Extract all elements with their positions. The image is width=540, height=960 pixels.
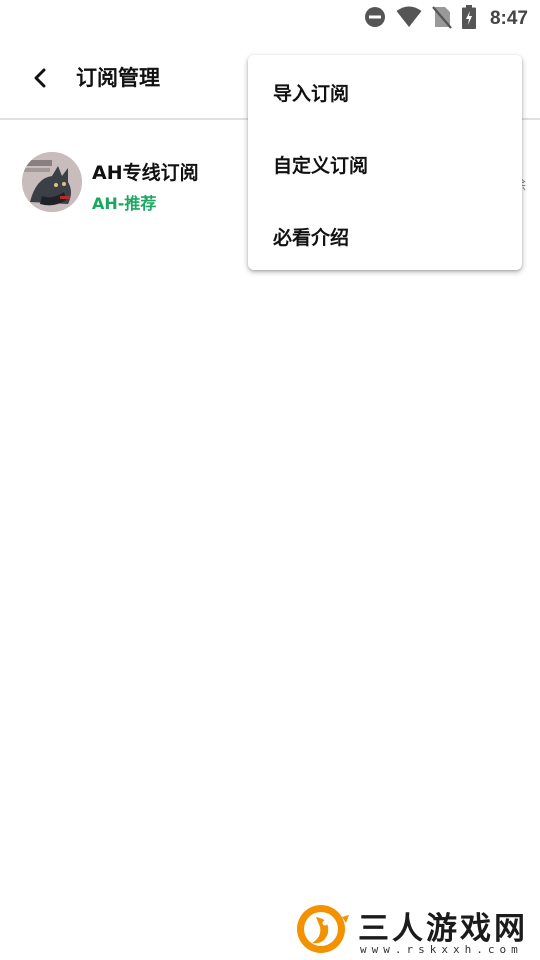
watermark-text: 三人游戏网 bbox=[358, 911, 528, 947]
wifi-icon bbox=[396, 6, 422, 32]
subscription-tag: AH-推荐 bbox=[92, 194, 157, 213]
menu-item-custom[interactable]: 自定义订阅 bbox=[248, 131, 522, 197]
avatar bbox=[22, 152, 82, 212]
watermark: 三人游戏网 www.rskxxh.com bbox=[294, 901, 534, 957]
menu-item-guide[interactable]: 必看介绍 bbox=[248, 203, 522, 269]
subscription-name: AH专线订阅 bbox=[92, 162, 199, 184]
status-icons: 8:47 bbox=[364, 5, 528, 33]
watermark-url: www.rskxxh.com bbox=[360, 943, 523, 956]
do-not-disturb-icon bbox=[364, 6, 386, 32]
back-button[interactable] bbox=[24, 64, 56, 96]
watermark-logo bbox=[294, 903, 350, 955]
status-bar: 8:47 bbox=[0, 0, 540, 38]
back-arrow-icon bbox=[32, 68, 48, 92]
page-title: 订阅管理 bbox=[76, 66, 160, 90]
battery-charging-icon bbox=[461, 5, 476, 33]
popup-menu: 导入订阅 自定义订阅 必看介绍 bbox=[248, 55, 522, 270]
status-time: 8:47 bbox=[489, 8, 528, 29]
no-sim-icon bbox=[432, 5, 452, 33]
menu-item-import[interactable]: 导入订阅 bbox=[248, 59, 522, 125]
